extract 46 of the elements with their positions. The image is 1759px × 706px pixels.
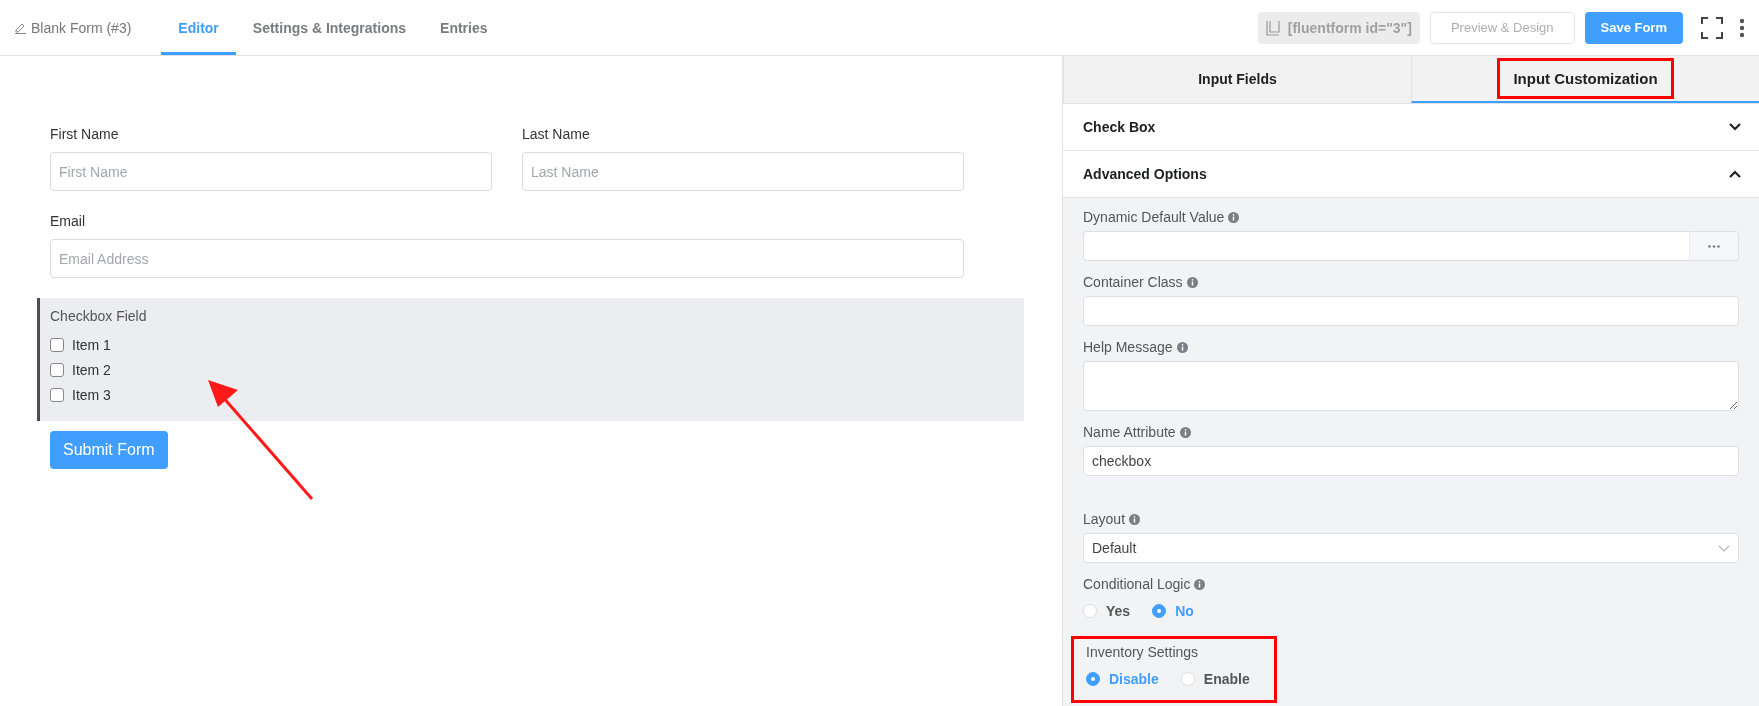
field-label: Help Message [1083, 338, 1173, 357]
checkbox[interactable] [50, 337, 64, 352]
pencil-icon [14, 21, 27, 34]
section-header[interactable]: Advanced Options [1063, 151, 1759, 198]
radio-label[interactable]: Yes [1106, 603, 1131, 619]
radio-label[interactable]: Enable [1203, 671, 1250, 687]
radio-button[interactable] [1152, 604, 1167, 618]
field-label: Dynamic Default Value [1083, 208, 1225, 227]
panel-tab[interactable]: Input Fields [1063, 56, 1411, 103]
checkbox-field-block[interactable]: Checkbox Field Item 1 Item 2 Item 3 [37, 298, 1024, 421]
input-field[interactable]: First Name [50, 152, 492, 191]
section-header[interactable]: Check Box [1063, 104, 1759, 151]
field-label: Container Class [1083, 273, 1183, 292]
section-title: Check Box [1083, 119, 1156, 135]
nav-tab[interactable]: Entries [423, 0, 505, 55]
textarea-field[interactable] [1083, 361, 1739, 411]
copy-icon [1265, 19, 1280, 36]
nav-tab[interactable]: Settings & Integrations [235, 0, 424, 55]
field-label: Last Name [522, 125, 591, 144]
field-label: Layout [1083, 510, 1126, 529]
select-field[interactable]: Default [1083, 533, 1739, 563]
radio-button[interactable] [1086, 672, 1100, 686]
fullscreen-icon[interactable] [1701, 16, 1723, 39]
chevron-down-icon[interactable] [1729, 123, 1741, 131]
field-label: Checkbox Field [50, 308, 148, 324]
checkbox[interactable] [50, 362, 64, 377]
field-label: First Name [50, 125, 120, 144]
input-field[interactable]: checkbox [1083, 446, 1739, 476]
checkbox-label[interactable]: Item 3 [72, 386, 111, 403]
checkbox[interactable] [50, 387, 64, 402]
field-label: Conditional Logic [1083, 575, 1191, 594]
checkbox-label[interactable]: Item 1 [72, 336, 111, 353]
field-label: Inventory Settings [1086, 643, 1199, 662]
field-label: Email [50, 212, 86, 231]
input-field[interactable]: Last Name [522, 152, 964, 191]
more-vertical-icon[interactable] [1739, 17, 1745, 38]
input-field[interactable]: Email Address [50, 239, 964, 278]
chevron-up-icon[interactable] [1729, 170, 1741, 178]
form-title: Blank Form (#3) [31, 19, 132, 36]
more-icon [1708, 244, 1720, 248]
input-field[interactable] [1083, 231, 1689, 261]
chevron-down-icon [1718, 544, 1730, 552]
field-label: Name Attribute [1083, 423, 1176, 442]
input-field[interactable] [1083, 296, 1739, 326]
section-title: Advanced Options [1083, 166, 1207, 182]
checkbox-label[interactable]: Item 2 [72, 361, 111, 378]
